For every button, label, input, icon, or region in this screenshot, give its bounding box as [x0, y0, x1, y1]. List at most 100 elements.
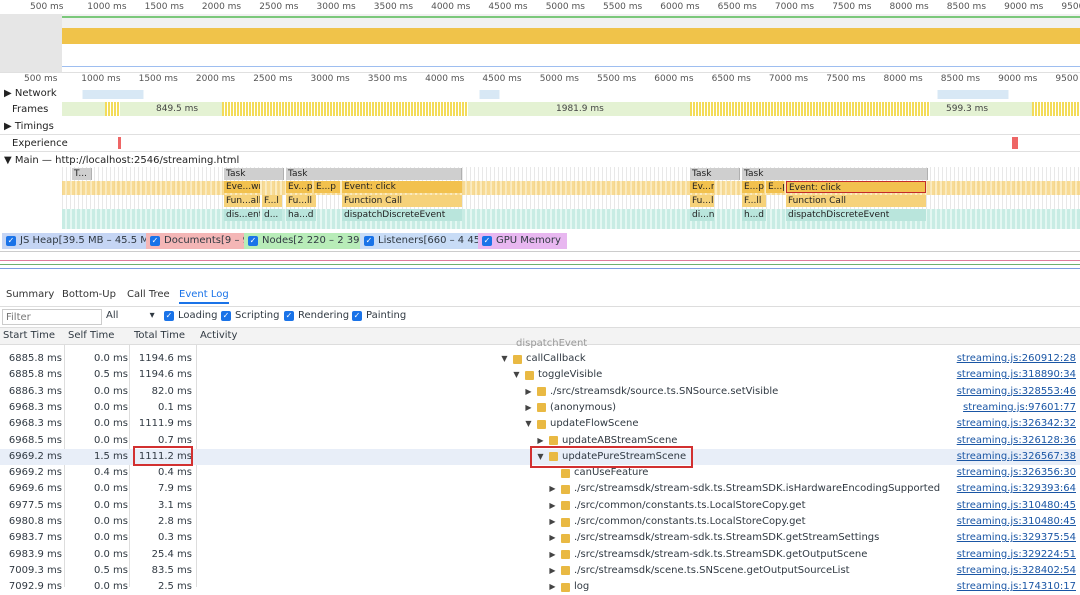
dispatch-block[interactable]: dis...ent	[224, 209, 260, 221]
table-row[interactable]: 6968.3 ms 0.0 ms 0.1 ms ▶ (anonymous) streami…	[0, 400, 1080, 416]
collapsed-triangle-icon[interactable]: ▶	[524, 400, 533, 416]
expand-triangle-icon[interactable]: ▶	[4, 88, 15, 99]
table-row[interactable]: 6968.3 ms 0.0 ms 1111.9 ms ▼ updateFlowScene…	[0, 416, 1080, 432]
function-block[interactable]: Fu...l	[690, 195, 714, 207]
event-block[interactable]: Ev...p	[286, 181, 312, 193]
collapsed-triangle-icon[interactable]: ▶	[548, 530, 557, 546]
source-link[interactable]: streaming.js:260912:28	[957, 351, 1076, 367]
table-row[interactable]: 6969.6 ms 0.0 ms 7.9 ms ▶ ./src/streamsdk/st…	[0, 481, 1080, 497]
checkbox-checked-icon[interactable]: ✓	[164, 310, 174, 321]
track-frames[interactable]: Frames	[12, 104, 48, 115]
table-row[interactable]: 7009.3 ms 0.5 ms 83.5 ms ▶ ./src/streamsdk/s…	[0, 563, 1080, 579]
table-row[interactable]: 6977.5 ms 0.0 ms 3.1 ms ▶ ./src/common/const…	[0, 498, 1080, 514]
checkbox-checked-icon[interactable]: ✓	[352, 310, 362, 321]
checkbox-checked-icon[interactable]: ✓	[248, 236, 258, 246]
level-select[interactable]: All ▾	[106, 310, 155, 321]
dispatch-discrete-event-block[interactable]: dispatchDiscreteEvent	[342, 209, 462, 221]
source-link[interactable]: streaming.js:174310:17	[957, 579, 1076, 595]
event-click-selected-block[interactable]: Event: click	[786, 181, 926, 193]
collapsed-triangle-icon[interactable]: ▶	[548, 579, 557, 595]
source-link[interactable]: streaming.js:326128:36	[957, 433, 1076, 449]
table-row[interactable]: 6983.7 ms 0.0 ms 0.3 ms ▶ ./src/streamsdk/st…	[0, 530, 1080, 546]
source-link[interactable]: streaming.js:328553:46	[957, 384, 1076, 400]
dispatch-block[interactable]: ha...d	[286, 209, 316, 221]
collapsed-triangle-icon[interactable]: ▶	[548, 481, 557, 497]
filter-scripting[interactable]: ✓ Scripting	[221, 310, 279, 321]
checkbox-checked-icon[interactable]: ✓	[150, 236, 160, 246]
filter-painting[interactable]: ✓ Painting	[352, 310, 406, 321]
table-row[interactable]: 7092.9 ms 0.0 ms 2.5 ms ▶ log streaming.js:17…	[0, 579, 1080, 595]
checkbox-checked-icon[interactable]: ✓	[221, 310, 231, 321]
function-block[interactable]: Fu...ll	[286, 195, 316, 207]
column-total-time[interactable]: Total Time	[134, 330, 185, 341]
event-block[interactable]: E...p	[742, 181, 764, 193]
legend-js-heap[interactable]: ✓ JS Heap[39.5 MB – 45.5 MB]	[2, 233, 166, 249]
function-block[interactable]: Fun...all	[224, 195, 260, 207]
dispatch-block[interactable]: h...d	[742, 209, 766, 221]
task-block[interactable]: T...	[72, 168, 92, 180]
source-link[interactable]: streaming.js:329224:51	[957, 547, 1076, 563]
function-block[interactable]: F...ll	[742, 195, 766, 207]
event-block[interactable]: Ev...n	[690, 181, 714, 193]
collapsed-triangle-icon[interactable]: ▶	[548, 514, 557, 530]
source-link[interactable]: streaming.js:310480:45	[957, 514, 1076, 530]
filter-input[interactable]	[2, 309, 102, 325]
source-link[interactable]: streaming.js:310480:45	[957, 498, 1076, 514]
source-link[interactable]: streaming.js:326356:30	[957, 465, 1076, 481]
event-block[interactable]: E...p	[766, 181, 784, 193]
checkbox-checked-icon[interactable]: ✓	[482, 236, 492, 246]
source-link[interactable]: streaming.js:328402:54	[957, 563, 1076, 579]
collapsed-triangle-icon[interactable]: ▶	[548, 498, 557, 514]
tab-bottom-up[interactable]: Bottom-Up	[62, 289, 116, 300]
source-link[interactable]: streaming.js:329393:64	[957, 481, 1076, 497]
expand-triangle-icon[interactable]: ▼	[4, 155, 15, 166]
track-experience[interactable]: Experience	[12, 138, 68, 149]
task-block[interactable]: Task	[224, 168, 284, 180]
function-block[interactable]: F...l	[262, 195, 282, 207]
expand-triangle-icon[interactable]: ▶	[4, 121, 15, 132]
collapsed-triangle-icon[interactable]: ▶	[524, 384, 533, 400]
legend-nodes[interactable]: ✓ Nodes[2 220 – 2 391]	[244, 233, 376, 249]
filter-loading[interactable]: ✓ Loading	[164, 310, 217, 321]
collapsed-triangle-icon[interactable]: ▶	[548, 547, 557, 563]
source-link[interactable]: streaming.js:326567:38	[957, 449, 1076, 465]
tab-event-log[interactable]: Event Log	[179, 289, 229, 304]
table-row[interactable]: 6980.8 ms 0.0 ms 2.8 ms ▶ ./src/common/const…	[0, 514, 1080, 530]
function-call-block[interactable]: Function Call	[786, 195, 926, 207]
task-block[interactable]: Task	[690, 168, 740, 180]
column-start-time[interactable]: Start Time	[3, 330, 55, 341]
task-block[interactable]: Task	[286, 168, 462, 180]
collapsed-triangle-icon[interactable]: ▶	[548, 563, 557, 579]
table-row[interactable]: 6885.8 ms 0.0 ms 1194.6 ms ▼ callCallback str…	[0, 351, 1080, 367]
expanded-triangle-icon[interactable]: ▼	[512, 367, 521, 383]
dispatch-discrete-event-block[interactable]: dispatchDiscreteEvent	[786, 209, 926, 221]
table-row[interactable]: 6885.8 ms 0.5 ms 1194.6 ms ▼ toggleVisible st…	[0, 367, 1080, 383]
track-timings[interactable]: ▶ Timings	[4, 121, 54, 132]
filter-rendering[interactable]: ✓ Rendering	[284, 310, 349, 321]
tab-call-tree[interactable]: Call Tree	[127, 289, 170, 300]
source-link[interactable]: streaming.js:326342:32	[957, 416, 1076, 432]
column-self-time[interactable]: Self Time	[68, 330, 114, 341]
checkbox-checked-icon[interactable]: ✓	[6, 236, 16, 246]
dispatch-block[interactable]: d...	[262, 209, 282, 221]
source-link[interactable]: streaming.js:318890:34	[957, 367, 1076, 383]
checkbox-checked-icon[interactable]: ✓	[364, 236, 374, 246]
column-activity[interactable]: Activity	[200, 330, 237, 341]
dispatch-block[interactable]: di...nt	[690, 209, 714, 221]
event-click-block[interactable]: Event: click	[342, 181, 462, 193]
source-link[interactable]: streaming.js:97601:77	[963, 400, 1076, 416]
expanded-triangle-icon[interactable]: ▼	[524, 416, 533, 432]
table-row[interactable]: 6886.3 ms 0.0 ms 82.0 ms ▶ ./src/streamsdk/s…	[0, 384, 1080, 400]
checkbox-checked-icon[interactable]: ✓	[284, 310, 294, 321]
experience-shift-2[interactable]	[1012, 137, 1018, 149]
experience-shift-1[interactable]	[118, 137, 121, 149]
event-block[interactable]: E...p	[314, 181, 340, 193]
expanded-triangle-icon[interactable]: ▼	[500, 351, 509, 367]
legend-gpu-memory[interactable]: ✓ GPU Memory	[478, 233, 567, 249]
track-main[interactable]: ▼ Main — http://localhost:2546/streaming…	[4, 155, 239, 166]
source-link[interactable]: streaming.js:329375:54	[957, 530, 1076, 546]
tab-summary[interactable]: Summary	[6, 289, 54, 300]
function-call-block[interactable]: Function Call	[342, 195, 462, 207]
event-block[interactable]: Eve...wn	[224, 181, 260, 193]
task-block[interactable]: Task	[742, 168, 928, 180]
